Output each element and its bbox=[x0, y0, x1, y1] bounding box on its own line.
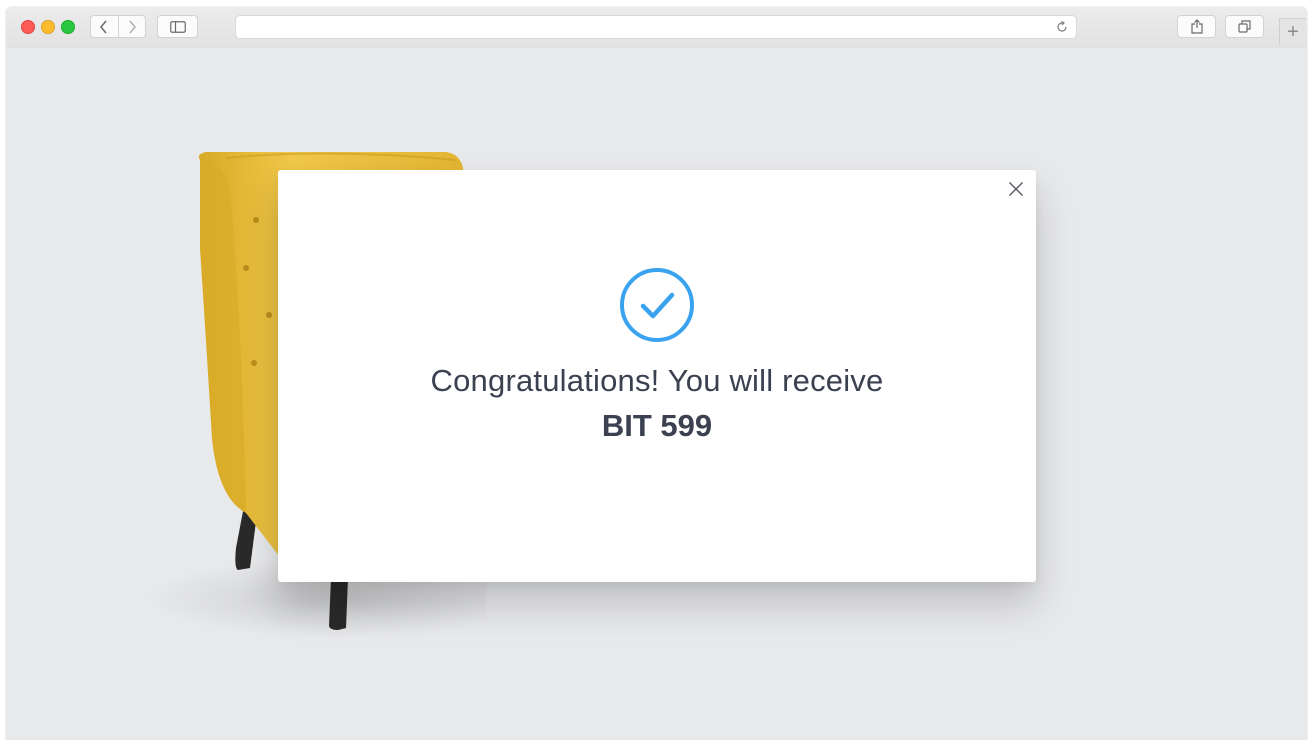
window-minimize-button[interactable] bbox=[41, 20, 55, 34]
reload-button[interactable] bbox=[1054, 19, 1070, 35]
share-icon bbox=[1190, 19, 1203, 34]
address-bar[interactable] bbox=[235, 15, 1077, 39]
browser-toolbar: + bbox=[6, 7, 1307, 49]
page-content: Congratulations! You will receive BIT 59… bbox=[6, 48, 1307, 740]
new-tab-button[interactable]: + bbox=[1279, 18, 1306, 45]
back-button[interactable] bbox=[91, 16, 118, 37]
close-icon bbox=[1009, 182, 1023, 196]
forward-button[interactable] bbox=[118, 16, 145, 37]
window-maximize-button[interactable] bbox=[61, 20, 75, 34]
navigation-buttons bbox=[90, 15, 146, 38]
check-circle-icon bbox=[620, 268, 694, 342]
reload-icon bbox=[1057, 21, 1067, 32]
browser-window: + Congratulations! You will receive BIT … bbox=[6, 7, 1307, 740]
reward-amount: BIT 599 bbox=[601, 408, 713, 443]
success-modal: Congratulations! You will receive BIT 59… bbox=[278, 170, 1036, 582]
chevron-left-icon bbox=[100, 20, 107, 33]
chevron-right-icon bbox=[129, 20, 136, 33]
sidebar-button[interactable] bbox=[157, 15, 198, 38]
close-button[interactable] bbox=[1006, 179, 1026, 199]
sidebar-icon bbox=[169, 20, 186, 33]
success-message: Congratulations! You will receive bbox=[430, 363, 884, 398]
tabs-icon bbox=[1238, 20, 1251, 33]
share-button[interactable] bbox=[1177, 15, 1216, 38]
tabs-button[interactable] bbox=[1225, 15, 1264, 38]
plus-icon: + bbox=[1287, 21, 1299, 43]
window-close-button[interactable] bbox=[21, 20, 35, 34]
